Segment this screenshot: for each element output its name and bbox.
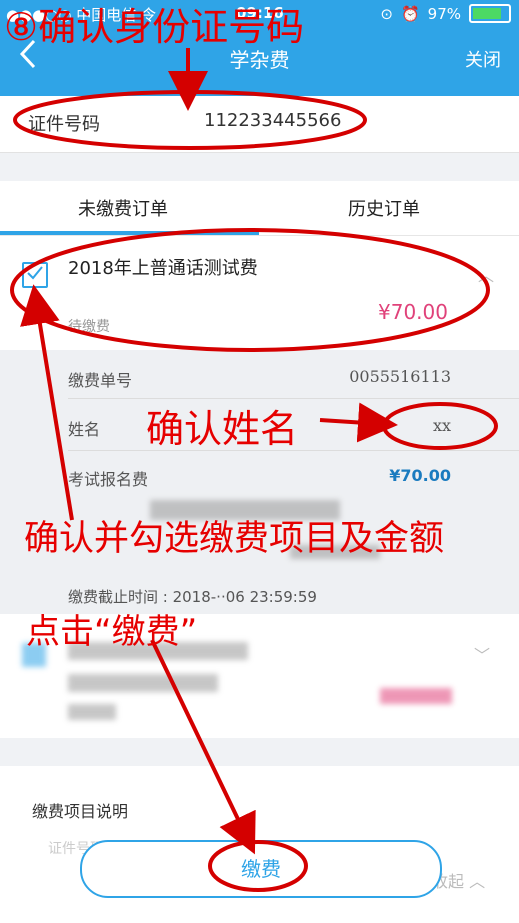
annotation-confirm-id: ⑧确认身份证号码 <box>4 5 305 49</box>
tab-unpaid-orders[interactable]: 未缴费订单 <box>78 195 168 221</box>
pay-button[interactable]: 缴费 <box>80 840 442 898</box>
name-value: xx <box>432 416 451 435</box>
fee-value: ¥70.00 <box>389 466 451 485</box>
id-number-row: 证件号码 112233445566 <box>0 96 519 153</box>
order-status: 待缴费 <box>68 319 110 335</box>
fee-label: 考试报名费 <box>68 470 149 489</box>
name-label: 姓名 <box>68 420 101 439</box>
order-title: 2018年上普通话测试费 <box>68 258 258 279</box>
annotation-confirm-name: 确认姓名 <box>146 407 299 451</box>
annotation-confirm-items: 确认并勾选缴费项目及金额 <box>24 519 445 559</box>
active-tab-indicator <box>0 231 259 235</box>
order-tabs: 未缴费订单 历史订单 <box>0 181 519 236</box>
tab-history-orders[interactable]: 历史订单 <box>348 195 420 221</box>
battery-percent: 97% <box>427 4 461 23</box>
order-price: ¥70.00 <box>378 300 448 324</box>
checkmark-icon <box>27 266 43 280</box>
bill-number-value: 0055516113 <box>349 367 451 386</box>
lock-rotation-icon: ⊙ <box>380 4 393 23</box>
id-number-value: 112233445566 <box>204 110 342 131</box>
order-checkbox[interactable] <box>22 262 48 288</box>
explanation-title: 缴费项目说明 <box>32 802 129 821</box>
annotation-click-pay: 点击“缴费” <box>26 612 198 652</box>
blurred-price <box>380 688 452 704</box>
chevron-up-icon[interactable]: ︿ <box>478 262 494 286</box>
blurred-content <box>68 674 218 692</box>
status-right: ⊙ ⏰ 97% <box>380 4 511 23</box>
id-number-label: 证件号码 <box>28 114 100 135</box>
close-button[interactable]: 关闭 <box>465 46 501 72</box>
bill-number-label: 缴费单号 <box>68 371 133 390</box>
blurred-content <box>68 704 116 720</box>
alarm-icon: ⏰ <box>400 4 420 23</box>
battery-icon <box>469 4 511 23</box>
chevron-down-icon[interactable]: ﹀ <box>474 642 490 666</box>
